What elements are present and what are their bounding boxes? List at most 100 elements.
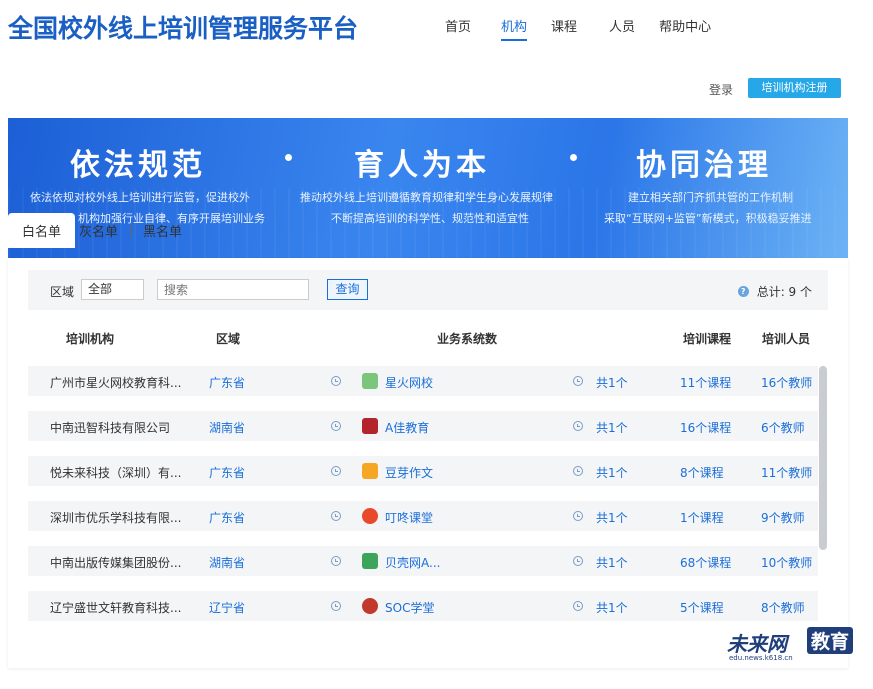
course-count[interactable]: 8个课程 — [680, 464, 724, 481]
institution-panel: 区域 全部 查询 ? 总计: 9 个 培训机构 区域 业务系统数 培训课程 培训… — [8, 258, 848, 668]
slogan-desc-3a: 建立相关部门齐抓共管的工作机制 — [628, 191, 793, 204]
slogan-title-1: 依法规范 — [70, 148, 206, 183]
course-count[interactable]: 11个课程 — [680, 374, 731, 391]
clock-icon — [331, 466, 341, 476]
nav-home[interactable]: 首页 — [445, 16, 471, 41]
system-count[interactable]: 共1个 — [596, 374, 628, 391]
region-cell: 湖南省 — [209, 421, 246, 435]
system-logo-icon — [362, 553, 378, 569]
system-name[interactable]: SOC学堂 — [385, 599, 455, 616]
system-name[interactable]: 星火网校 — [385, 374, 455, 391]
system-logo-icon — [362, 598, 378, 614]
col-courses: 培训课程 — [683, 332, 732, 346]
clock-icon — [573, 421, 583, 431]
help-icon[interactable]: ? — [737, 286, 749, 297]
teacher-count[interactable]: 6个教师 — [761, 419, 805, 436]
org-name[interactable]: 中南出版传媒集团股份... — [50, 554, 190, 571]
slogan-dot — [285, 154, 292, 161]
org-name[interactable]: 悦未来科技（深圳）有... — [50, 464, 190, 481]
org-name[interactable]: 广州市星火网校教育科... — [50, 374, 190, 391]
clock-icon — [331, 556, 341, 566]
total-label: 总计: 9 个 — [756, 285, 812, 299]
query-button[interactable]: 查询 — [327, 279, 368, 300]
list-tabs: 白名单 灰名单 黑名单 — [8, 212, 182, 248]
col-region: 区域 — [216, 332, 241, 346]
teacher-count[interactable]: 10个教师 — [761, 554, 812, 571]
system-name[interactable]: 豆芽作文 — [385, 464, 455, 481]
clock-icon — [331, 511, 341, 521]
table-row[interactable]: 辽宁盛世文轩教育科技... 辽宁省 SOC学堂 共1个 5个课程 8个教师 — [28, 591, 818, 621]
table-header: 培训机构 区域 业务系统数 培训课程 培训人员 — [28, 330, 828, 350]
course-count[interactable]: 16个课程 — [680, 419, 731, 436]
clock-icon — [331, 421, 341, 431]
teacher-count[interactable]: 9个教师 — [761, 509, 805, 526]
tab-blacklist[interactable]: 黑名单 — [143, 221, 182, 240]
system-logo-icon — [362, 418, 378, 434]
search-input[interactable] — [157, 279, 309, 300]
slogan-desc-3b: 采取“互联网+监管”新模式，积极稳妥推进 — [604, 212, 812, 225]
register-button[interactable]: 培训机构注册 — [748, 78, 841, 98]
region-cell: 辽宁省 — [209, 601, 246, 615]
site-title[interactable]: 全国校外线上培训管理服务平台 — [8, 9, 358, 45]
region-select[interactable]: 全部 — [81, 279, 144, 300]
org-name[interactable]: 中南迅智科技有限公司 — [50, 419, 190, 436]
region-cell: 广东省 — [209, 466, 246, 480]
teacher-count[interactable]: 16个教师 — [761, 374, 812, 391]
system-logo-icon — [362, 373, 378, 389]
system-count[interactable]: 共1个 — [596, 554, 628, 571]
watermark-main: 未来网 — [727, 632, 787, 656]
org-name[interactable]: 深圳市优乐学科技有限... — [50, 509, 190, 526]
watermark-box: 教育 — [807, 627, 854, 654]
system-name[interactable]: 叮咚课堂 — [385, 509, 455, 526]
main-nav: 首页 机构 课程 人员 帮助中心 — [430, 16, 711, 41]
login-link[interactable]: 登录 — [709, 81, 733, 98]
system-count[interactable]: 共1个 — [596, 464, 628, 481]
slogan-title-2: 育人为本 — [354, 148, 490, 183]
table-row[interactable]: 中南出版传媒集团股份... 湖南省 贝壳网A... 共1个 68个课程 10个教… — [28, 546, 818, 576]
slogan-desc-1a: 依法依规对校外线上培训进行监管，促进校外 — [30, 191, 250, 204]
watermark-logo: 未来网 教育 edu.news.k618.cn — [727, 627, 867, 668]
clock-icon — [573, 376, 583, 386]
teacher-count[interactable]: 8个教师 — [761, 599, 805, 616]
system-name[interactable]: A佳教育 — [385, 419, 455, 436]
table-row[interactable]: 深圳市优乐学科技有限... 广东省 叮咚课堂 共1个 1个课程 9个教师 — [28, 501, 818, 531]
col-staff: 培训人员 — [762, 332, 811, 346]
course-count[interactable]: 68个课程 — [680, 554, 731, 571]
table-row[interactable]: 悦未来科技（深圳）有... 广东省 豆芽作文 共1个 8个课程 11个教师 — [28, 456, 818, 486]
filter-bar: 区域 全部 查询 ? 总计: 9 个 — [28, 270, 828, 310]
slogan-desc-2b: 不断提高培训的科学性、规范性和适宜性 — [331, 212, 529, 225]
clock-icon — [331, 601, 341, 611]
clock-icon — [573, 511, 583, 521]
table-scrollbar[interactable] — [819, 366, 827, 550]
clock-icon — [573, 466, 583, 476]
tab-divider — [130, 223, 132, 237]
nav-institutions[interactable]: 机构 — [501, 16, 528, 41]
system-count[interactable]: 共1个 — [596, 599, 628, 616]
nav-courses[interactable]: 课程 — [551, 16, 577, 41]
table-row[interactable]: 广州市星火网校教育科... 广东省 星火网校 共1个 11个课程 16个教师 — [28, 366, 818, 396]
system-name[interactable]: 贝壳网A... — [385, 554, 455, 571]
system-logo-icon — [362, 463, 378, 479]
tab-graylist[interactable]: 灰名单 — [79, 221, 118, 240]
tab-whitelist[interactable]: 白名单 — [8, 212, 76, 248]
nav-staff[interactable]: 人员 — [609, 16, 635, 41]
watermark-url: edu.news.k618.cn — [729, 654, 793, 662]
org-name[interactable]: 辽宁盛世文轩教育科技... — [50, 599, 190, 616]
region-cell: 湖南省 — [209, 556, 246, 570]
slogan-title-3: 协同治理 — [636, 148, 772, 183]
col-systems: 业务系统数 — [437, 332, 498, 346]
clock-icon — [331, 376, 341, 386]
clock-icon — [573, 556, 583, 566]
teacher-count[interactable]: 11个教师 — [761, 464, 812, 481]
col-org: 培训机构 — [66, 332, 115, 346]
region-cell: 广东省 — [209, 376, 246, 390]
system-count[interactable]: 共1个 — [596, 509, 628, 526]
system-logo-icon — [362, 508, 378, 524]
course-count[interactable]: 5个课程 — [680, 599, 724, 616]
system-count[interactable]: 共1个 — [596, 419, 628, 436]
table-row[interactable]: 中南迅智科技有限公司 湖南省 A佳教育 共1个 16个课程 6个教师 — [28, 411, 818, 441]
course-count[interactable]: 1个课程 — [680, 509, 724, 526]
region-label: 区域 — [50, 285, 75, 299]
nav-help[interactable]: 帮助中心 — [659, 16, 711, 41]
region-cell: 广东省 — [209, 511, 246, 525]
